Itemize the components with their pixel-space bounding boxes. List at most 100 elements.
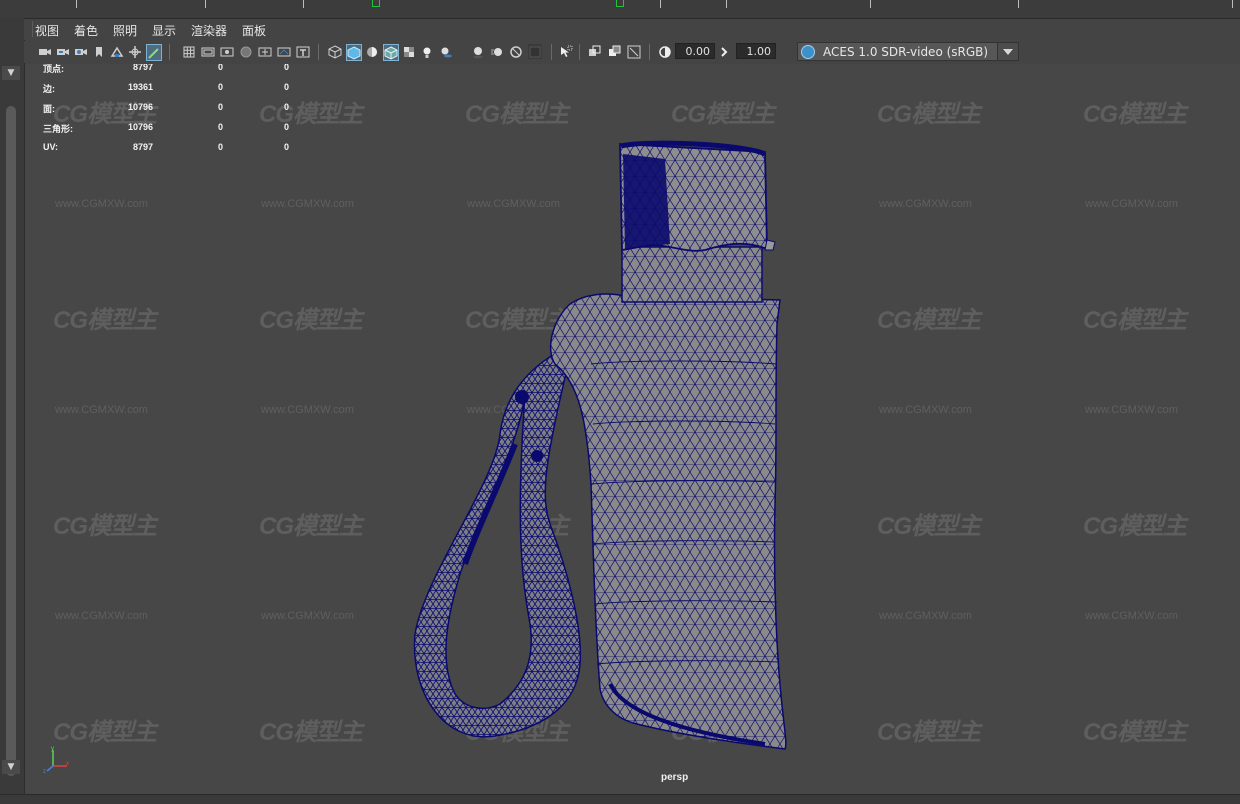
hud-value: 0	[283, 122, 289, 132]
shelf-tick	[303, 0, 304, 8]
hud-row-faces: 面: 10796 0 0	[39, 102, 309, 124]
xray-joints-icon[interactable]	[627, 44, 641, 59]
safe-action-icon[interactable]	[277, 44, 291, 59]
scroll-down-button[interactable]: ▼	[2, 760, 20, 774]
scroll-up-button[interactable]: ▼	[2, 66, 20, 80]
poly-count-hud: 顶点: 8797 0 0 边: 19361 0 0 面: 10796 0 0 三…	[39, 64, 309, 164]
grid-icon[interactable]	[182, 44, 196, 59]
use-default-material-icon[interactable]	[365, 44, 379, 59]
menu-panels[interactable]: 面板	[242, 22, 266, 39]
panel-menubar: 视图 着色 照明 显示 渲染器 面板	[24, 19, 1240, 40]
2d-pan-zoom-icon[interactable]	[128, 44, 142, 59]
toolbar-separator	[551, 44, 552, 60]
menu-view[interactable]: 视图	[35, 22, 59, 39]
left-side-panel: ▼ ▼	[0, 18, 25, 803]
hud-value: 10796	[127, 102, 153, 112]
xray-active-icon[interactable]	[608, 44, 622, 59]
hud-value: 0	[217, 64, 223, 72]
lighter-cap-mesh	[619, 140, 776, 303]
strap-mesh	[413, 331, 582, 738]
resolution-gate-icon[interactable]	[220, 44, 234, 59]
hud-label: 顶点:	[43, 64, 64, 74]
shelf-tick	[205, 0, 206, 8]
hud-row-vertices: 顶点: 8797 0 0	[39, 64, 309, 84]
camera-lock-icon[interactable]	[74, 44, 88, 59]
hud-value: 0	[217, 102, 223, 112]
color-space-label: ACES 1.0 SDR-video (sRGB)	[823, 45, 989, 59]
viewport-persp[interactable]: CG模型主 www.CGMXW.com CG模型主 www.CGMXW.com CG模型…	[25, 64, 1240, 794]
gate-mask-icon[interactable]	[239, 44, 253, 59]
smooth-shade-icon[interactable]	[346, 44, 362, 61]
chevron-down-icon[interactable]	[997, 43, 1018, 60]
hud-value: 0	[283, 64, 289, 72]
panel-toolbar: 0.00 1.00 ACES 1.0 SDR-video (sRGB)	[24, 41, 1240, 63]
hud-value: 10796	[127, 122, 153, 132]
hud-row-uvs: UV: 8797 0 0	[39, 142, 309, 164]
hud-value: 0	[217, 82, 223, 92]
wireframe-icon[interactable]	[328, 44, 342, 59]
gamma-icon[interactable]	[719, 44, 733, 59]
depth-of-field-icon[interactable]	[528, 44, 542, 59]
shelf-tick	[870, 0, 871, 8]
menu-show[interactable]: 显示	[152, 22, 176, 39]
hud-row-triangles: 三角形: 10796 0 0	[39, 122, 309, 144]
isolate-select-icon[interactable]	[559, 44, 573, 59]
hud-value: 19361	[127, 82, 153, 92]
hud-label: UV:	[43, 142, 59, 152]
top-shelf-strip	[0, 0, 1240, 19]
hud-value: 0	[217, 122, 223, 132]
green-bracket-icon	[616, 0, 624, 7]
axis-x-label: x	[66, 761, 69, 767]
menubar-grip	[32, 21, 33, 37]
view-axis-icon: y x z	[43, 746, 69, 774]
shelf-tick	[660, 0, 661, 8]
camera-attributes-icon[interactable]	[56, 44, 70, 59]
shelf-tick	[76, 0, 77, 8]
menu-renderer[interactable]: 渲染器	[191, 22, 227, 39]
color-management-icon[interactable]	[801, 45, 815, 59]
hud-value: 0	[283, 102, 289, 112]
hud-label: 三角形:	[43, 124, 73, 134]
motion-blur-icon[interactable]	[490, 44, 504, 59]
wireframe-on-shaded-icon[interactable]	[383, 44, 399, 61]
bookmark-icon[interactable]	[92, 44, 106, 59]
exposure-icon[interactable]	[658, 44, 672, 59]
hud-row-edges: 边: 19361 0 0	[39, 82, 309, 104]
exposure-field[interactable]: 0.00	[675, 43, 715, 59]
toolbar-separator	[318, 44, 319, 60]
shelf-tick	[1018, 0, 1019, 8]
axis-z-label: z	[43, 769, 46, 774]
multisample-aa-icon[interactable]	[509, 44, 523, 59]
scrollbar-thumb[interactable]	[6, 106, 16, 776]
wireframe-mesh[interactable]	[25, 64, 1240, 794]
hud-value: 0	[283, 142, 289, 152]
image-plane-icon[interactable]	[110, 44, 124, 59]
grease-pencil-icon[interactable]	[146, 44, 162, 61]
field-chart-icon[interactable]	[258, 44, 272, 59]
lighter-body-mesh	[549, 293, 787, 750]
gamma-field[interactable]: 1.00	[736, 43, 776, 59]
lights-icon[interactable]	[420, 44, 434, 59]
textured-icon[interactable]	[402, 44, 416, 59]
color-space-dropdown[interactable]: ACES 1.0 SDR-video (sRGB)	[797, 42, 1019, 61]
maya-window: ▼ ▼ 视图 着色 照明 显示 渲染器 面板 0.00 1.00 ACES 1.…	[0, 0, 1240, 804]
hud-value: 8797	[132, 142, 153, 152]
film-gate-icon[interactable]	[201, 44, 215, 59]
camera-name-label: persp	[661, 772, 689, 783]
hud-value: 8797	[132, 64, 153, 72]
camera-icon[interactable]	[38, 44, 52, 59]
safe-title-icon[interactable]	[296, 44, 310, 59]
green-bracket-icon	[372, 0, 380, 7]
hud-label: 边:	[43, 84, 55, 94]
toolbar-separator	[579, 44, 580, 60]
toolbar-separator	[169, 44, 170, 60]
hud-label: 面:	[43, 104, 55, 114]
xray-icon[interactable]	[588, 44, 602, 59]
hud-value: 0	[217, 142, 223, 152]
hud-value: 0	[283, 82, 289, 92]
menu-lighting[interactable]: 照明	[113, 22, 137, 39]
shadows-icon[interactable]	[439, 44, 453, 59]
screen-space-ao-icon[interactable]	[471, 44, 485, 59]
menu-shading[interactable]: 着色	[74, 22, 98, 39]
axis-y-label: y	[51, 746, 54, 752]
